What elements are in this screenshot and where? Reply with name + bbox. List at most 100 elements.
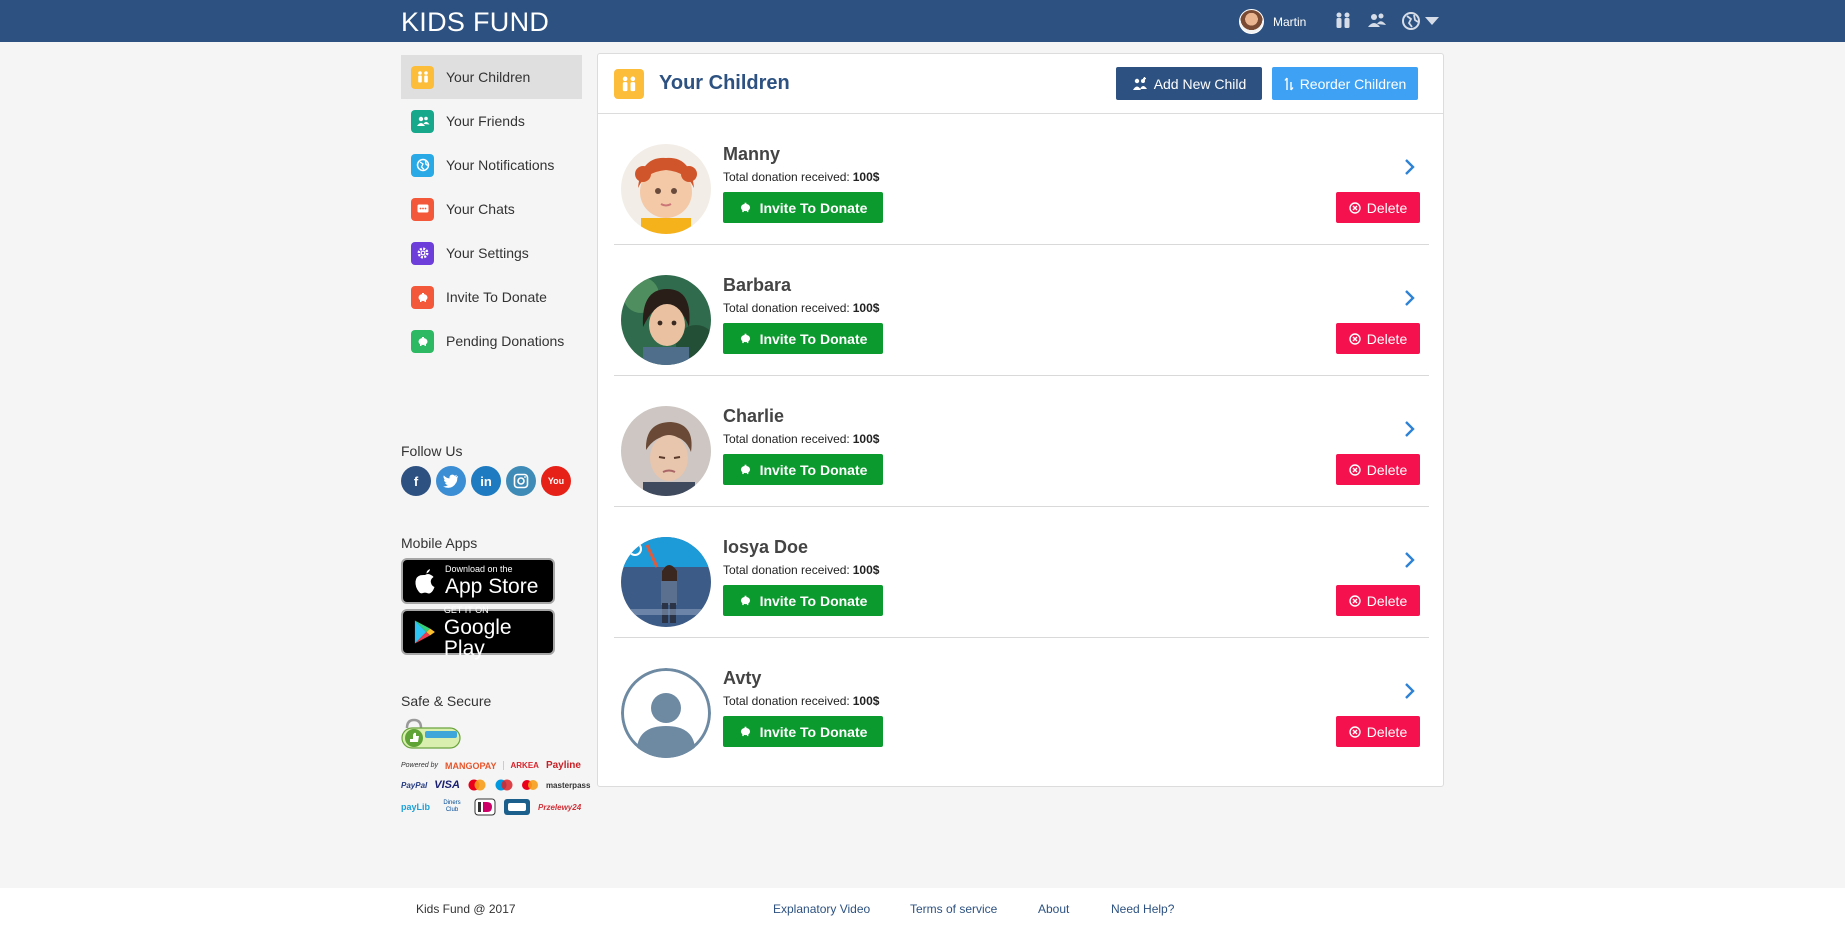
add-new-child-button[interactable]: Add New Child bbox=[1116, 67, 1262, 100]
user-menu[interactable]: Martin bbox=[1239, 9, 1306, 34]
delete-button[interactable]: Delete bbox=[1336, 323, 1420, 354]
invite-to-donate-button[interactable]: Invite To Donate bbox=[723, 585, 883, 616]
sidebar-item-label: Your Friends bbox=[446, 113, 525, 129]
instagram-icon[interactable] bbox=[506, 466, 536, 496]
follow-us-title: Follow Us bbox=[401, 443, 463, 459]
sidebar-item-invite-to-donate[interactable]: Invite To Donate bbox=[401, 275, 582, 319]
footer-link-need-help[interactable]: Need Help? bbox=[1111, 902, 1174, 916]
facebook-icon[interactable]: f bbox=[401, 466, 431, 496]
piggy-bank-icon bbox=[740, 333, 750, 344]
google-play-icon bbox=[414, 620, 435, 644]
total-donation-value: 100$ bbox=[852, 563, 880, 577]
globe-icon bbox=[411, 153, 434, 177]
linkedin-icon[interactable]: in bbox=[471, 466, 501, 496]
google-play-button[interactable]: GET IT ON Google Play bbox=[401, 604, 555, 659]
app-store-button[interactable]: Download on the App Store bbox=[401, 558, 555, 604]
chevron-right-icon[interactable] bbox=[1403, 682, 1417, 700]
child-photo[interactable] bbox=[621, 537, 711, 627]
friends-icon bbox=[411, 109, 434, 133]
sidebar-item-your-friends[interactable]: Your Friends bbox=[401, 99, 582, 143]
child-name[interactable]: Iosya Doe bbox=[723, 537, 808, 558]
total-donation-value: 100$ bbox=[852, 432, 880, 446]
delete-label: Delete bbox=[1366, 592, 1408, 609]
child-name[interactable]: Barbara bbox=[723, 275, 791, 296]
close-circle-icon bbox=[1349, 594, 1361, 607]
total-donation-text: Total donation received: 100$ bbox=[723, 563, 879, 577]
chevron-right-icon[interactable] bbox=[1403, 158, 1417, 176]
globe-icon[interactable] bbox=[1401, 11, 1421, 31]
sidebar-item-pending-donations[interactable]: Pending Donations bbox=[401, 319, 582, 363]
delete-button[interactable]: Delete bbox=[1336, 192, 1420, 223]
cb-card-icon bbox=[504, 799, 531, 815]
chevron-right-icon[interactable] bbox=[1403, 551, 1417, 569]
child-photo[interactable] bbox=[621, 275, 711, 365]
child-name[interactable]: Avty bbox=[723, 668, 761, 689]
avatar[interactable] bbox=[1239, 9, 1264, 34]
footer-link-about[interactable]: About bbox=[1038, 902, 1069, 916]
caret-down-icon[interactable] bbox=[1425, 16, 1439, 26]
child-row: Avty Total donation received: 100$ Invite… bbox=[614, 638, 1429, 769]
sidebar-item-label: Pending Donations bbox=[446, 333, 565, 349]
sidebar-item-your-children[interactable]: Your Children bbox=[401, 55, 582, 99]
children-list: Manny Total donation received: 100$ Invit… bbox=[614, 114, 1429, 769]
total-donation-text: Total donation received: 100$ bbox=[723, 694, 879, 708]
reorder-children-button[interactable]: Reorder Children bbox=[1272, 67, 1418, 100]
copyright: Kids Fund @ 2017 bbox=[416, 902, 516, 916]
ideal-icon bbox=[474, 798, 496, 816]
top-bar: KIDS FUND Martin bbox=[0, 0, 1845, 42]
total-donation-text: Total donation received: 100$ bbox=[723, 170, 879, 184]
footer-link-explanatory-video[interactable]: Explanatory Video bbox=[773, 902, 870, 916]
payline-logo: Payline bbox=[545, 760, 581, 771]
total-donation-label: Total donation received: bbox=[723, 432, 850, 446]
add-child-icon bbox=[1132, 76, 1147, 90]
reorder-icon bbox=[1284, 77, 1294, 90]
chevron-right-icon[interactable] bbox=[1403, 289, 1417, 307]
invite-to-donate-button[interactable]: Invite To Donate bbox=[723, 454, 883, 485]
top-icons bbox=[1333, 11, 1439, 31]
child-name[interactable]: Charlie bbox=[723, 406, 784, 427]
child-photo[interactable] bbox=[621, 406, 711, 496]
masterpass-icon bbox=[521, 780, 538, 790]
sidebar-item-your-chats[interactable]: Your Chats bbox=[401, 187, 582, 231]
invite-to-donate-button[interactable]: Invite To Donate bbox=[723, 716, 883, 747]
total-donation-value: 100$ bbox=[852, 694, 880, 708]
sidebar-item-label: Your Chats bbox=[446, 201, 515, 217]
total-donation-label: Total donation received: bbox=[723, 563, 850, 577]
delete-button[interactable]: Delete bbox=[1336, 585, 1420, 616]
piggy-bank-icon bbox=[740, 202, 750, 213]
youtube-icon[interactable]: You bbox=[541, 466, 571, 496]
payment-partners-row-2: PayPal VISA masterpass bbox=[401, 779, 590, 791]
sidebar-item-your-settings[interactable]: Your Settings bbox=[401, 231, 582, 275]
default-avatar-icon[interactable] bbox=[621, 668, 711, 758]
child-photo[interactable] bbox=[621, 144, 711, 234]
children-icon[interactable] bbox=[1333, 11, 1353, 31]
chevron-right-icon[interactable] bbox=[1403, 420, 1417, 438]
app-store-small-text: Download on the bbox=[445, 564, 513, 574]
reorder-children-label: Reorder Children bbox=[1299, 75, 1407, 92]
twitter-icon[interactable] bbox=[436, 466, 466, 496]
total-donation-text: Total donation received: 100$ bbox=[723, 432, 879, 446]
google-play-small-text: GET IT ON bbox=[443, 604, 489, 615]
child-name[interactable]: Manny bbox=[723, 144, 780, 165]
user-name[interactable]: Martin bbox=[1273, 15, 1306, 29]
invite-to-donate-button[interactable]: Invite To Donate bbox=[723, 323, 883, 354]
masterpass-logo: masterpass bbox=[545, 780, 591, 790]
piggy-bank-icon bbox=[740, 595, 750, 606]
total-donation-label: Total donation received: bbox=[723, 301, 850, 315]
add-new-child-label: Add New Child bbox=[1153, 75, 1247, 92]
close-circle-icon bbox=[1349, 332, 1361, 345]
sidebar-item-your-notifications[interactable]: Your Notifications bbox=[401, 143, 582, 187]
piggy-bank-icon bbox=[740, 726, 750, 737]
sidebar-item-label: Your Notifications bbox=[446, 157, 555, 173]
close-circle-icon bbox=[1349, 201, 1361, 214]
invite-to-donate-button[interactable]: Invite To Donate bbox=[723, 192, 883, 223]
piggy-bank-icon bbox=[740, 464, 750, 475]
invite-to-donate-label: Invite To Donate bbox=[759, 199, 868, 216]
delete-button[interactable]: Delete bbox=[1336, 454, 1420, 485]
delete-button[interactable]: Delete bbox=[1336, 716, 1420, 747]
friends-icon[interactable] bbox=[1367, 11, 1387, 31]
invite-to-donate-label: Invite To Donate bbox=[759, 330, 868, 347]
footer-link-terms[interactable]: Terms of service bbox=[910, 902, 997, 916]
child-row: Manny Total donation received: 100$ Invit… bbox=[614, 114, 1429, 245]
brand-logo[interactable]: KIDS FUND bbox=[401, 7, 549, 38]
